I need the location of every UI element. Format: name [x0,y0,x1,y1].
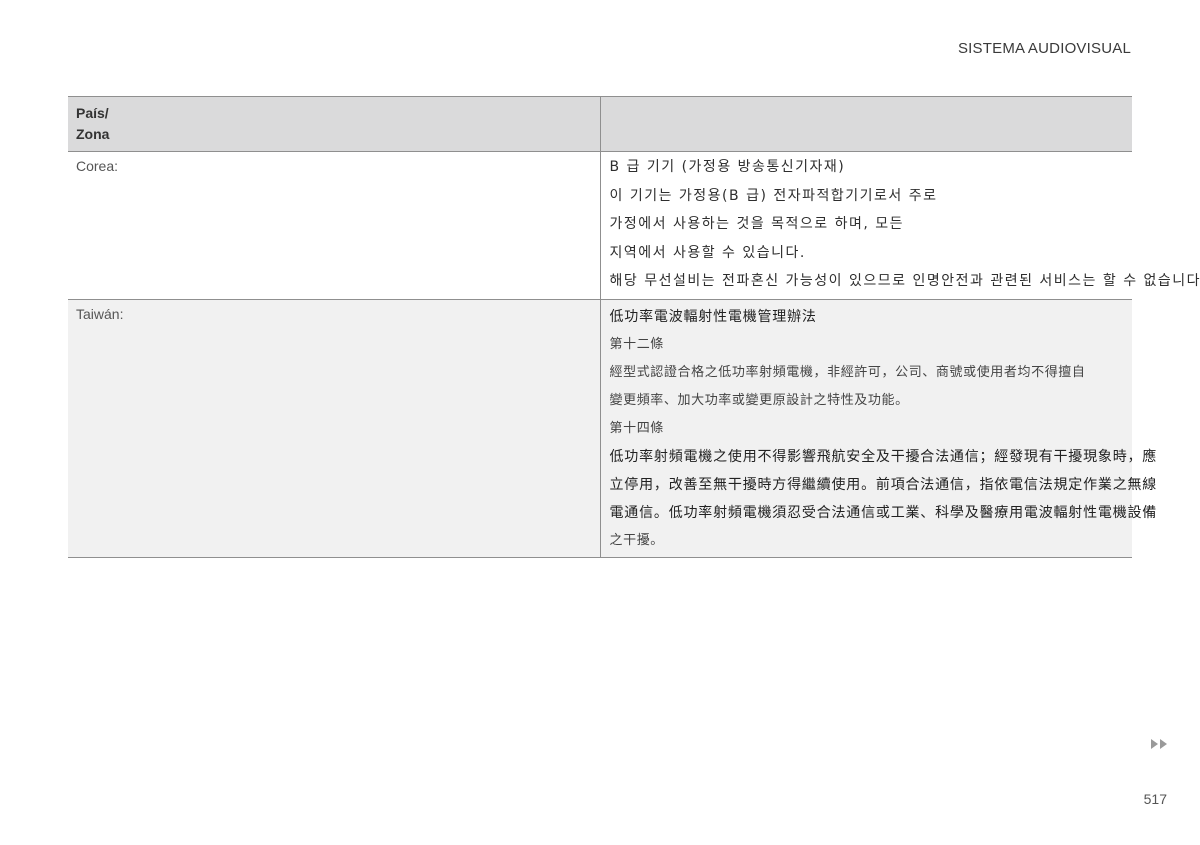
content-header [600,96,1132,152]
korea-line-2: 이 기기는 가정용(B 급) 전자파적합기기로서 주로 [609,187,938,204]
country-zone-header: País/ Zona [68,96,601,152]
taiwan-article-14-line-1: 低功率射頻電機之使用不得影響飛航安全及干擾合法通信；經發現有干擾現象時，應 [609,448,1158,465]
taiwan-regulation-title: 低功率電波輻射性電機管理辦法 [609,308,817,325]
korea-line-1: B 급 기기 (가정용 방송통신기자재) [609,159,846,175]
taiwan-article-14-heading: 第十四條 [609,420,664,436]
content-cell-korea: B 급 기기 (가정용 방송통신기자재) 이 기기는 가정용(B 급) 전자파적… [600,152,1200,300]
country-cell-korea: Corea: [68,151,601,300]
table-row-korea: Corea: B 급 기기 (가정용 방송통신기자재) 이 기기는 가정용(B … [68,151,1200,300]
taiwan-article-12-line-1: 經型式認證合格之低功率射頻電機，非經許可，公司、商號或使用者均不得擅自 [609,364,1086,380]
taiwan-article-14-line-3: 電通信。低功率射頻電機須忍受合法通信或工業、科學及醫療用電波輻射性電機設備 [609,504,1158,521]
taiwan-article-14-line-4: 之干擾。 [609,532,664,548]
taiwan-article-12-line-2: 變更頻率、加大功率或變更原設計之特性及功能。 [609,392,909,408]
taiwan-article-12-heading: 第十二條 [609,336,664,352]
country-cell-taiwan: Taiwán: [68,299,601,558]
country-zone-header-label: País/ Zona [76,105,110,142]
content-cell-taiwan: 低功率電波輻射性電機管理辦法 第十二條 經型式認證合格之低功率射頻電機，非經許可… [600,299,1158,558]
table-row-taiwan: Taiwán: 低功率電波輻射性電機管理辦法 第十二條 經型式認證合格之低功率射… [68,299,1158,558]
section-header: SISTEMA AUDIOVISUAL [957,40,1131,57]
taiwan-article-14-line-2: 立停用，改善至無干擾時方得繼續使用。前項合法通信，指依電信法規定作業之無線 [609,476,1158,493]
korea-line-4: 지역에서 사용할 수 있습니다. [609,244,806,261]
table-header-row: País/ Zona [68,96,1132,152]
next-page-icon [1151,739,1167,749]
regulatory-table: País/ Zona Corea: B 급 기기 (가정용 방송통신기자재) 이… [68,96,1200,558]
page-number: 517 [1143,791,1167,807]
korea-line-5: 해당 무선설비는 전파혼신 가능성이 있으므로 인명안전과 관련된 서비스는 할… [609,273,1200,290]
korea-line-3: 가정에서 사용하는 것을 목적으로 하며, 모든 [609,216,905,233]
